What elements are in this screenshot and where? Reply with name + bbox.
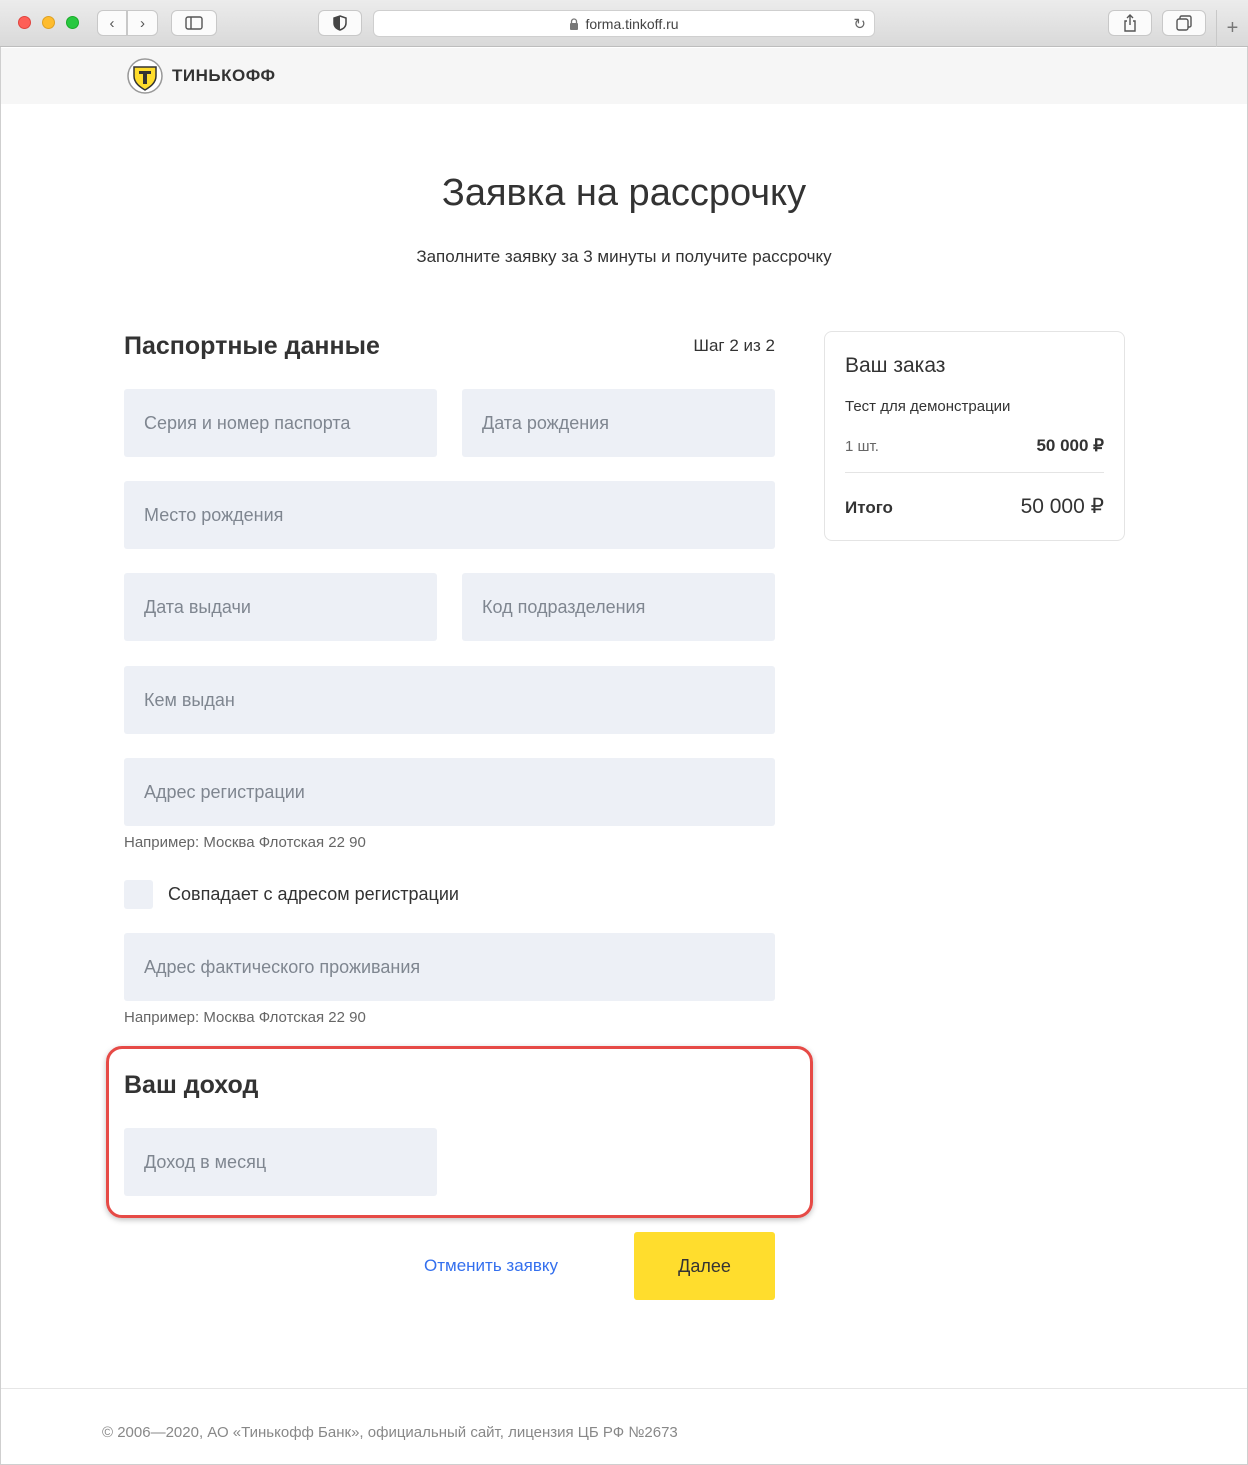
birthdate-input[interactable] bbox=[482, 389, 775, 457]
birthplace-input[interactable] bbox=[144, 481, 775, 549]
close-window-button[interactable] bbox=[18, 16, 31, 29]
issued-by-field[interactable] bbox=[124, 666, 775, 734]
tabs-icon bbox=[1176, 15, 1192, 31]
issue-date-input[interactable] bbox=[144, 573, 437, 641]
order-divider bbox=[845, 472, 1104, 473]
actual-address-hint: Например: Москва Флотская 22 90 bbox=[124, 1009, 366, 1026]
page-title: Заявка на рассрочку bbox=[441, 172, 807, 214]
chevron-right-icon: › bbox=[140, 14, 145, 32]
share-button[interactable] bbox=[1108, 10, 1152, 36]
order-summary-card: Ваш заказ Тест для демонстрации 1 шт. 50… bbox=[824, 331, 1125, 541]
lock-icon bbox=[570, 17, 579, 30]
order-total-value: 50 000 ₽ bbox=[1020, 495, 1104, 518]
back-button[interactable]: ‹ bbox=[97, 10, 127, 36]
actual-address-input[interactable] bbox=[144, 933, 775, 1001]
issue-date-field[interactable] bbox=[124, 573, 437, 641]
registration-address-hint: Например: Москва Флотская 22 90 bbox=[124, 834, 366, 851]
registration-address-input[interactable] bbox=[144, 758, 775, 826]
logo[interactable]: ТИНЬКОФФ bbox=[126, 57, 276, 95]
same-address-label[interactable]: Совпадает с адресом регистрации bbox=[168, 884, 459, 905]
birthplace-field[interactable] bbox=[124, 481, 775, 549]
sidebar-icon bbox=[185, 16, 203, 30]
tabs-overview-button[interactable] bbox=[1162, 10, 1206, 36]
monthly-income-input[interactable] bbox=[144, 1128, 437, 1196]
next-button[interactable]: Далее bbox=[634, 1232, 775, 1300]
issued-by-input[interactable] bbox=[144, 666, 775, 734]
actual-address-field[interactable] bbox=[124, 933, 775, 1001]
share-icon bbox=[1124, 14, 1136, 32]
brand-name: ТИНЬКОФФ bbox=[172, 66, 276, 85]
step-indicator: Шаг 2 из 2 bbox=[693, 336, 775, 355]
same-address-checkbox[interactable] bbox=[124, 880, 153, 909]
new-tab-button[interactable]: + bbox=[1216, 10, 1248, 47]
order-title: Ваш заказ bbox=[845, 354, 946, 377]
site-header: ТИНЬКОФФ bbox=[1, 48, 1247, 104]
url-text: forma.tinkoff.ru bbox=[585, 15, 679, 32]
birthdate-field[interactable] bbox=[462, 389, 775, 457]
footer-divider bbox=[1, 1388, 1247, 1389]
privacy-report-button[interactable] bbox=[318, 10, 362, 36]
division-code-field[interactable] bbox=[462, 573, 775, 641]
shield-icon bbox=[333, 15, 347, 31]
minimize-window-button[interactable] bbox=[42, 16, 55, 29]
footer-copyright: © 2006—2020, АО «Тинькофф Банк», официал… bbox=[102, 1424, 678, 1441]
page-subtitle: Заполните заявку за 3 минуты и получите … bbox=[416, 247, 832, 266]
reload-icon[interactable]: ↻ bbox=[853, 15, 866, 33]
division-code-input[interactable] bbox=[482, 573, 775, 641]
registration-address-field[interactable] bbox=[124, 758, 775, 826]
chevron-left-icon: ‹ bbox=[109, 14, 115, 32]
forward-button[interactable]: › bbox=[127, 10, 158, 36]
zoom-window-button[interactable] bbox=[66, 16, 79, 29]
order-item-name: Тест для демонстрации bbox=[845, 398, 1011, 415]
order-item-quantity: 1 шт. bbox=[845, 438, 879, 455]
tinkoff-emblem-icon bbox=[127, 58, 163, 94]
order-item-price: 50 000 ₽ bbox=[1036, 436, 1104, 455]
address-bar[interactable]: forma.tinkoff.ru ↻ bbox=[373, 10, 875, 37]
passport-series-field[interactable] bbox=[124, 389, 437, 457]
income-section-title: Ваш доход bbox=[124, 1071, 259, 1099]
order-total-label: Итого bbox=[845, 498, 893, 517]
plus-icon: + bbox=[1226, 17, 1239, 39]
passport-series-input[interactable] bbox=[144, 389, 437, 457]
monthly-income-field[interactable] bbox=[124, 1128, 437, 1196]
passport-section-title: Паспортные данные bbox=[124, 332, 380, 360]
cancel-application-link[interactable]: Отменить заявку bbox=[424, 1256, 558, 1276]
browser-toolbar: ‹ › forma.tinkoff.ru ↻ + bbox=[0, 0, 1248, 47]
sidebar-toggle-button[interactable] bbox=[171, 10, 217, 36]
